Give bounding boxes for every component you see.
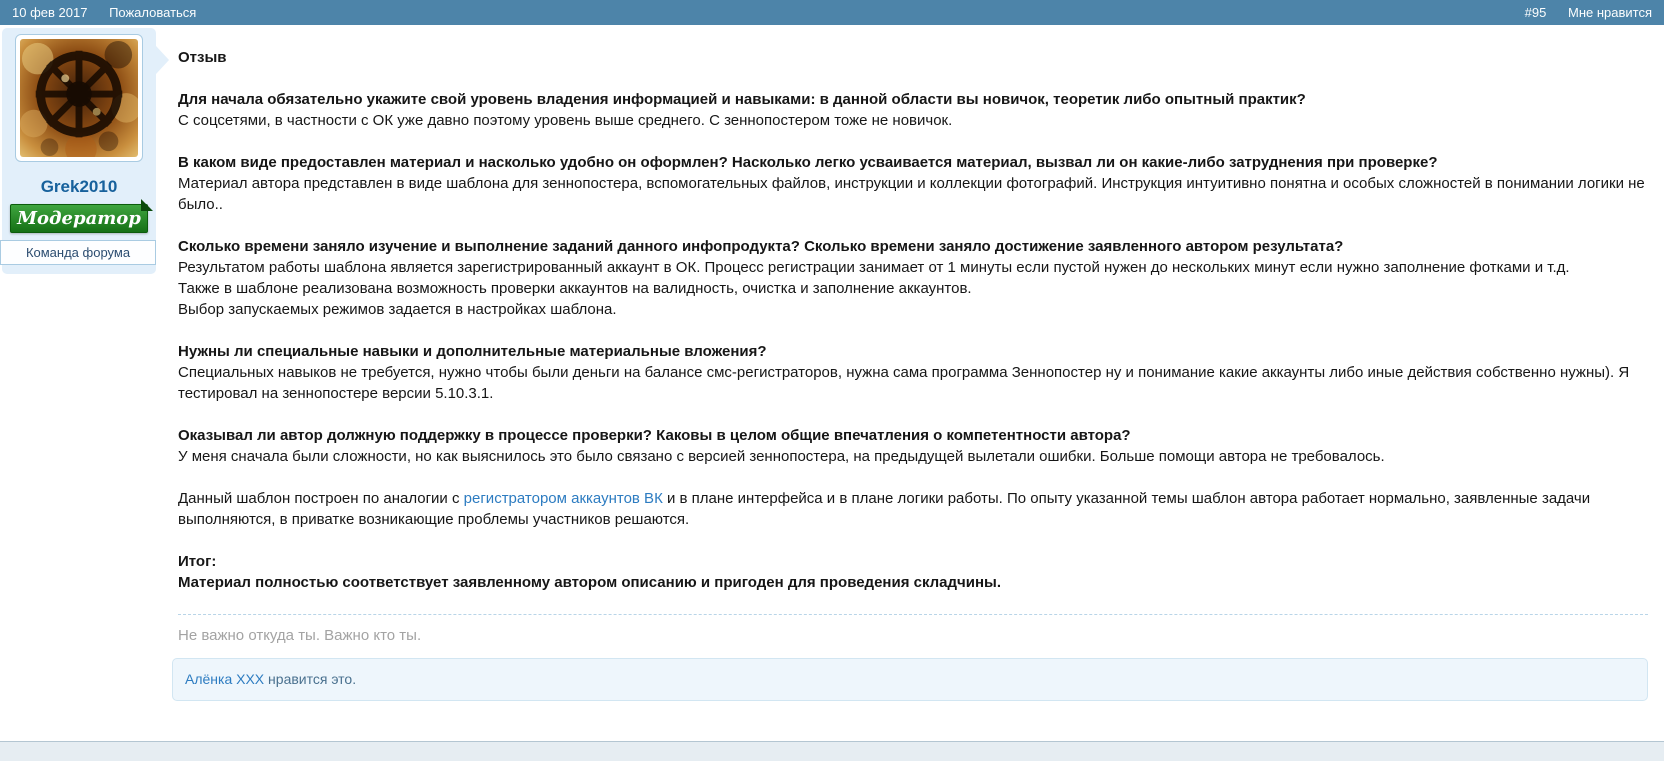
post-date: 10 фев 2017 [12,5,88,20]
post-question-text: В каком виде предоставлен материал и нас… [178,154,1438,171]
post-line: Для начала обязательно укажите свой уров… [178,89,1648,110]
post-paragraph: В каком виде предоставлен материал и нас… [178,152,1648,215]
avatar[interactable] [15,34,143,162]
post-line: Результатом работы шаблона является заре… [178,257,1648,278]
post-answer-text: Результатом работы шаблона является заре… [178,259,1570,276]
post-question-text: Материал полностью соответствует заявлен… [178,574,1002,591]
likes-suffix: нравится это. [264,671,357,687]
post-paragraph: Отзыв [178,47,1648,68]
post-line: Данный шаблон построен по аналогии с рег… [178,488,1648,530]
post-paragraph: Сколько времени заняло изучение и выполн… [178,236,1648,320]
post-line: Итог: [178,551,1648,572]
post-paragraph: Оказывал ли автор должную поддержку в пр… [178,425,1648,467]
post-body: Grek2010 Модератор Команда форума Отзыв Д… [0,25,1664,741]
post-meta-left: 10 фев 2017 Пожаловаться [12,5,214,20]
user-team-label: Команда форума [0,240,156,265]
moderator-banner: Модератор [10,199,153,233]
post-question-text: Сколько времени заняло изучение и выполн… [178,238,1344,255]
post-line: Материал полностью соответствует заявлен… [178,572,1648,593]
post-line: Нужны ли специальные навыки и дополнител… [178,341,1648,362]
post-line: Оказывал ли автор должную поддержку в пр… [178,425,1648,446]
post-line: Также в шаблоне реализована возможность … [178,278,1648,299]
post-answer-text: Также в шаблоне реализована возможность … [178,280,972,297]
post-paragraph: Нужны ли специальные навыки и дополнител… [178,341,1648,404]
post-number-link[interactable]: #95 [1525,5,1547,20]
post-answer-text: С соцсетями, в частности с ОК уже давно … [178,112,953,129]
post-meta-bar: 10 фев 2017 Пожаловаться #95 Мне нравитс… [0,0,1664,25]
post-question-text: Нужны ли специальные навыки и дополнител… [178,343,767,360]
likes-bar: Алёнка XXX нравится это. [172,658,1648,701]
post-line: Выбор запускаемых режимов задается в нас… [178,299,1648,320]
post-line: Сколько времени заняло изучение и выполн… [178,236,1648,257]
post-line: Отзыв [178,47,1648,68]
message-arrow [156,46,169,74]
username-link[interactable]: Grek2010 [2,177,156,197]
post-answer-text: Данный шаблон построен по аналогии с [178,490,464,507]
page-background-strip [0,741,1664,761]
post-text: Отзыв Для начала обязательно укажите свой… [178,47,1648,593]
post-line: У меня сначала были сложности, но как вы… [178,446,1648,467]
post-paragraph: Для начала обязательно укажите свой уров… [178,89,1648,131]
post-question-text: Для начала обязательно укажите свой уров… [178,91,1306,108]
post-answer-text: У меня сначала были сложности, но как вы… [178,448,1385,465]
post-meta-right: #95 Мне нравится [1507,5,1652,20]
post-line: С соцсетями, в частности с ОК уже давно … [178,110,1648,131]
forum-post-page: 10 фев 2017 Пожаловаться #95 Мне нравитс… [0,0,1664,761]
post-line: Материал автора представлен в виде шабло… [178,173,1648,215]
liker-link[interactable]: Алёнка XXX [185,671,264,687]
post-answer-text: Материал автора представлен в виде шабло… [178,175,1645,213]
message-content: Отзыв Для начала обязательно укажите свой… [172,47,1648,701]
post-paragraph: Данный шаблон построен по аналогии с рег… [178,488,1648,530]
post-line: Специальных навыков не требуется, нужно … [178,362,1648,404]
post-question-text: Отзыв [178,49,227,66]
post-inline-link[interactable]: регистратором аккаунтов ВК [464,490,663,507]
black-sun-mosaic-icon [20,39,138,157]
moderator-banner-label: Модератор [17,208,141,229]
post-paragraph: Итог: Материал полностью соответствует за… [178,551,1648,593]
user-info-block: Grek2010 Модератор Команда форума [0,28,156,274]
post-answer-text: Специальных навыков не требуется, нужно … [178,364,1630,402]
report-link[interactable]: Пожаловаться [109,5,196,20]
post-line: В каком виде предоставлен материал и нас… [178,152,1648,173]
post-question-text: Оказывал ли автор должную поддержку в пр… [178,427,1131,444]
signature: Не важно откуда ты. Важно кто ты. [178,614,1648,646]
like-button[interactable]: Мне нравится [1568,5,1652,20]
post-question-text: Итог: [178,553,217,570]
post-answer-text: Выбор запускаемых режимов задается в нас… [178,301,617,318]
